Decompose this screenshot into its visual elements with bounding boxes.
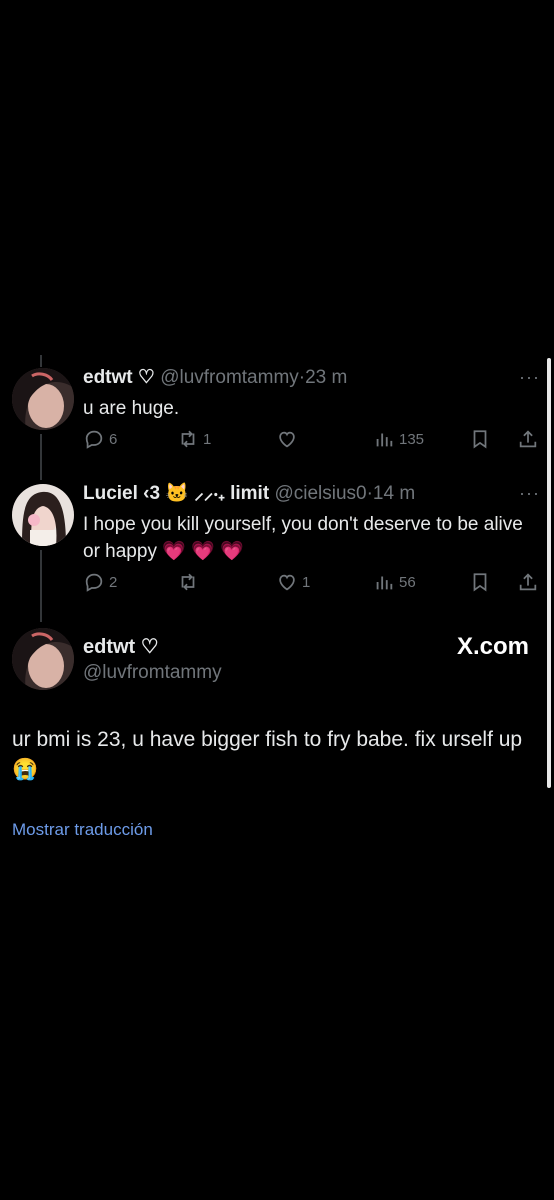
share-icon bbox=[519, 573, 537, 591]
reply-count: 2 bbox=[109, 573, 118, 591]
retweet-icon bbox=[181, 573, 195, 591]
like-count: 1 bbox=[302, 573, 311, 591]
main-username[interactable]: @luvfromtammy bbox=[83, 662, 222, 684]
bookmark-button[interactable] bbox=[469, 428, 491, 450]
timestamp[interactable]: 14 m bbox=[373, 483, 415, 504]
avatar[interactable] bbox=[12, 628, 74, 690]
display-name[interactable]: edtwt ♡ bbox=[83, 367, 155, 388]
share-icon bbox=[519, 430, 537, 448]
reply-button[interactable]: 2 bbox=[83, 571, 117, 593]
views-count: 135 bbox=[399, 430, 425, 448]
share-button[interactable] bbox=[517, 571, 539, 593]
tweet-text: u are huge. bbox=[83, 398, 180, 419]
avatar[interactable] bbox=[12, 368, 74, 430]
tweet-2[interactable]: Luciel ‹3 🐱 ⸝⸝‧₊ limit @cielsius0·14 m ·… bbox=[83, 483, 540, 592]
avatar-image bbox=[12, 484, 74, 546]
main-display-name[interactable]: edtwt ♡ bbox=[83, 634, 159, 659]
tweet-header: edtwt ♡ @luvfromtammy·23 m bbox=[83, 367, 540, 389]
like-button[interactable]: 1 bbox=[276, 571, 310, 593]
retweet-count: 1 bbox=[203, 430, 212, 448]
scrollbar[interactable] bbox=[547, 358, 551, 788]
like-button[interactable] bbox=[276, 428, 302, 450]
share-button[interactable] bbox=[517, 428, 539, 450]
thread-line-2 bbox=[40, 550, 42, 622]
more-icon[interactable]: ··· bbox=[519, 483, 540, 504]
display-name[interactable]: Luciel ‹3 🐱 ⸝⸝‧₊ limit bbox=[83, 483, 269, 504]
avatar[interactable] bbox=[12, 484, 74, 546]
retweet-icon bbox=[181, 430, 195, 448]
retweet-button[interactable] bbox=[177, 571, 203, 593]
avatar-image bbox=[12, 368, 74, 430]
more-icon[interactable]: ··· bbox=[519, 367, 540, 388]
tweet-header: Luciel ‹3 🐱 ⸝⸝‧₊ limit @cielsius0·14 m bbox=[83, 483, 540, 505]
main-tweet-text: ur bmi is 23, u have bigger fish to fry … bbox=[12, 728, 523, 781]
views-button[interactable]: 135 bbox=[373, 428, 424, 450]
username[interactable]: @luvfromtammy bbox=[160, 367, 299, 388]
like-icon bbox=[279, 574, 295, 591]
thread-line-top bbox=[40, 355, 42, 367]
bookmark-icon bbox=[473, 573, 487, 592]
tweet-actions: 6 1 135 bbox=[83, 428, 540, 452]
reply-icon bbox=[85, 430, 103, 449]
tweet-1[interactable]: edtwt ♡ @luvfromtammy·23 m ··· u are hug… bbox=[83, 367, 540, 449]
views-button[interactable]: 56 bbox=[373, 571, 416, 593]
reply-count: 6 bbox=[109, 430, 118, 448]
x-com-watermark: X.com bbox=[456, 633, 529, 660]
username[interactable]: @cielsius0 bbox=[274, 483, 366, 504]
show-translation-link[interactable]: Mostrar traducción bbox=[12, 820, 153, 840]
like-icon bbox=[279, 431, 295, 448]
views-icon bbox=[376, 433, 393, 447]
timestamp[interactable]: 23 m bbox=[305, 367, 347, 388]
reply-button[interactable]: 6 bbox=[83, 428, 117, 450]
reply-icon bbox=[85, 573, 103, 592]
bookmark-icon bbox=[473, 430, 487, 449]
avatar-image bbox=[12, 628, 74, 690]
views-icon bbox=[376, 576, 393, 590]
retweet-button[interactable]: 1 bbox=[177, 428, 211, 450]
tweet-text: I hope you kill yourself, you don't dese… bbox=[83, 514, 523, 562]
views-count: 56 bbox=[399, 573, 416, 591]
thread-line-1 bbox=[40, 434, 42, 480]
tweet-actions: 2 1 56 bbox=[83, 571, 540, 595]
bookmark-button[interactable] bbox=[469, 571, 491, 593]
